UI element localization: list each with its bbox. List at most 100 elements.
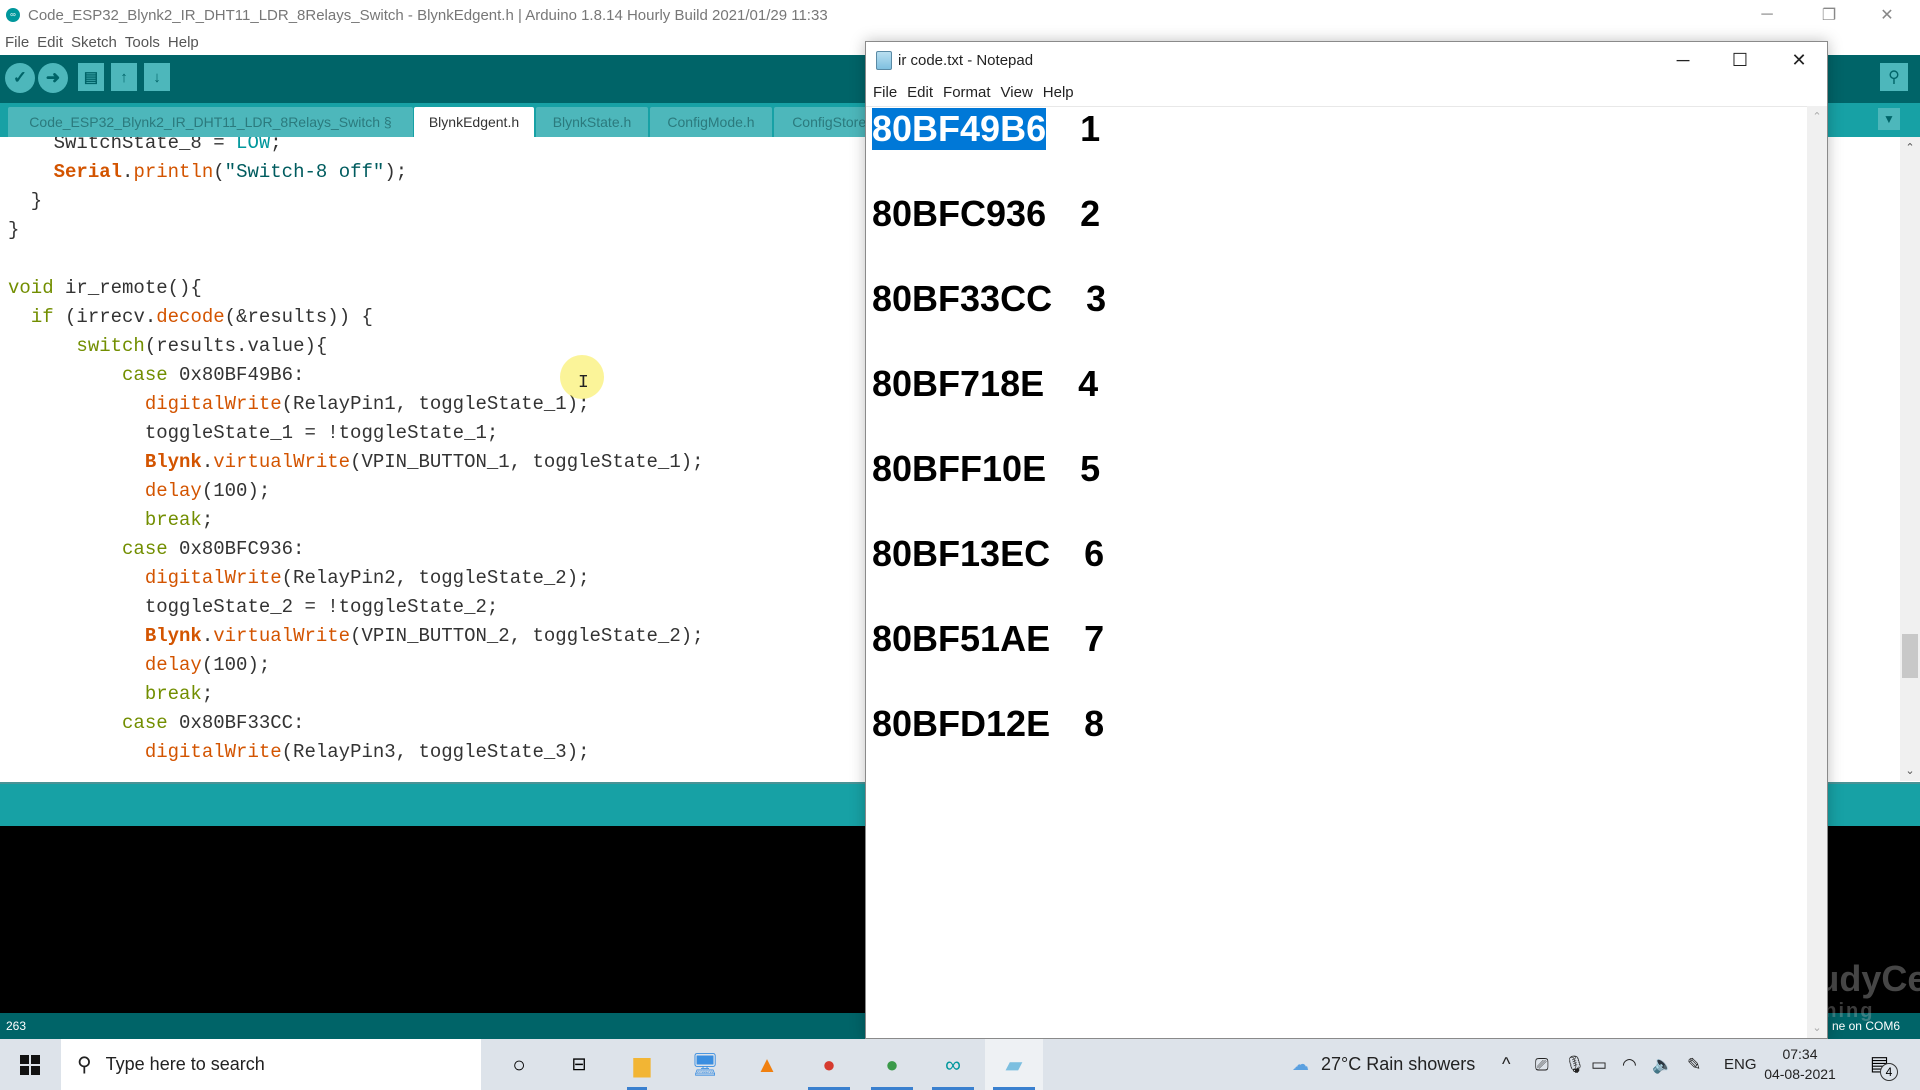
notepad-scrollbar[interactable]: ⌃ ⌄ bbox=[1807, 106, 1827, 1038]
tray-wifi[interactable]: ◠ bbox=[1622, 1039, 1637, 1090]
button-number: 5 bbox=[1080, 448, 1101, 489]
arduino-window-title: Code_ESP32_Blynk2_IR_DHT11_LDR_8Relays_S… bbox=[28, 6, 828, 24]
code-line: SwitchState_8 = LOW; bbox=[8, 137, 282, 154]
weather-cloud-icon: ☁ bbox=[1292, 1054, 1309, 1074]
tray-battery[interactable]: ▭ bbox=[1591, 1039, 1607, 1090]
save-button[interactable]: ↓ bbox=[144, 63, 170, 91]
editor-scrollbar[interactable]: ⌃ ⌄ bbox=[1900, 137, 1920, 781]
taskbar-app-this-pc[interactable]: 🖥 bbox=[676, 1039, 734, 1090]
tray-microphone[interactable]: 🎙 bbox=[1564, 1039, 1586, 1090]
clock-date: 04-08-2021 bbox=[1764, 1066, 1836, 1082]
tray-pen[interactable]: ✎ bbox=[1687, 1039, 1701, 1090]
ir-code: 80BF33CC bbox=[872, 278, 1053, 319]
code-line: Blynk.virtualWrite(VPIN_BUTTON_2, toggle… bbox=[144, 625, 704, 647]
tab-main-sketch[interactable]: Code_ESP32_Blynk2_IR_DHT11_LDR_8Relays_S… bbox=[8, 107, 413, 137]
ir-code-row: 80BFC936 2 bbox=[872, 193, 1100, 235]
notepad-menu-file[interactable]: File bbox=[873, 84, 897, 101]
notepad-menu-edit[interactable]: Edit bbox=[907, 84, 933, 101]
taskbar-app-file-explorer[interactable]: ▆ bbox=[613, 1039, 671, 1090]
scroll-down-icon[interactable]: ⌄ bbox=[1900, 764, 1920, 777]
taskbar-clock[interactable]: 07:34 04-08-2021 bbox=[1755, 1044, 1845, 1084]
notepad-menu-format[interactable]: Format bbox=[943, 84, 991, 101]
button-number: 2 bbox=[1080, 193, 1101, 234]
code-line: break; bbox=[144, 683, 214, 705]
arduino-menu-file[interactable]: File bbox=[5, 34, 29, 51]
verify-button[interactable]: ✓ bbox=[5, 63, 35, 93]
tray-meet-now[interactable]: ⎚ bbox=[1535, 1039, 1549, 1090]
line-number: 263 bbox=[6, 1019, 27, 1033]
new-sketch-button[interactable]: ▤ bbox=[78, 63, 104, 91]
taskbar-app-vlc[interactable]: ▲ bbox=[738, 1039, 796, 1090]
chrome-icon: ● bbox=[822, 1051, 836, 1077]
arduino-menu-sketch[interactable]: Sketch bbox=[71, 34, 117, 51]
tab-blynkedgent[interactable]: BlynkEdgent.h bbox=[414, 107, 534, 137]
tab-blynkstate[interactable]: BlynkState.h bbox=[536, 107, 648, 137]
taskbar-app-notepad[interactable]: ▰ bbox=[985, 1039, 1043, 1090]
code-line: delay(100); bbox=[144, 654, 271, 676]
start-button[interactable] bbox=[0, 1039, 60, 1090]
editor-scroll-thumb[interactable] bbox=[1902, 634, 1918, 678]
open-button[interactable]: ↑ bbox=[111, 63, 137, 91]
code-line: void ir_remote(){ bbox=[8, 277, 202, 299]
notepad-window-title: ir code.txt - Notepad bbox=[898, 51, 1034, 69]
upload-button[interactable]: ➜ bbox=[38, 63, 68, 93]
microphone-icon: 🎙 bbox=[1564, 1054, 1586, 1074]
notepad-menu-bar: File Edit Format View Help bbox=[866, 80, 1077, 104]
desktop: ∞ Code_ESP32_Blynk2_IR_DHT11_LDR_8Relays… bbox=[0, 0, 1920, 1090]
notepad-text-area[interactable]: 80BF49B6 1 80BFC936 2 80BF33CC 3 80BF718E 4 … bbox=[866, 106, 1808, 1038]
code-line: Blynk.virtualWrite(VPIN_BUTTON_1, toggle… bbox=[144, 451, 704, 473]
serial-monitor-button[interactable]: ⚲ bbox=[1880, 63, 1908, 91]
task-view-button[interactable]: ⊟ bbox=[550, 1039, 608, 1090]
arduino-minimize-button[interactable]: ─ bbox=[1744, 0, 1790, 30]
arduino-menu-tools[interactable]: Tools bbox=[125, 34, 160, 51]
vlc-icon: ▲ bbox=[756, 1051, 778, 1077]
scroll-up-icon[interactable]: ⌃ bbox=[1807, 110, 1827, 123]
tray-language[interactable]: ENG bbox=[1724, 1039, 1757, 1090]
windows-logo-icon bbox=[20, 1054, 40, 1075]
magnifier-icon: ⚲ bbox=[1888, 69, 1900, 86]
cortana-icon: ○ bbox=[512, 1051, 526, 1077]
scroll-up-icon[interactable]: ⌃ bbox=[1900, 141, 1920, 154]
notepad-close-button[interactable]: ✕ bbox=[1774, 42, 1824, 78]
notepad-icon: ▰ bbox=[1005, 1051, 1023, 1077]
ir-code: 80BF13EC bbox=[872, 533, 1051, 574]
chevron-up-icon: ^ bbox=[1502, 1054, 1511, 1074]
code-line: digitalWrite(RelayPin2, toggleState_2); bbox=[144, 567, 590, 589]
tray-volume[interactable]: 🔈 bbox=[1652, 1039, 1673, 1090]
check-icon: ✓ bbox=[12, 68, 28, 87]
notepad-menu-help[interactable]: Help bbox=[1043, 84, 1074, 101]
arduino-restore-button[interactable]: ❐ bbox=[1806, 0, 1852, 30]
tab-configmode[interactable]: ConfigMode.h bbox=[650, 107, 772, 137]
search-icon: ⚲ bbox=[77, 1054, 92, 1076]
taskbar-app-chrome-2[interactable]: ● bbox=[863, 1039, 921, 1090]
ir-code-row: 80BFF10E 5 bbox=[872, 448, 1100, 490]
arduino-close-button[interactable]: ✕ bbox=[1864, 0, 1910, 30]
button-number: 1 bbox=[1080, 108, 1101, 149]
tab-menu-button[interactable]: ▼ bbox=[1878, 108, 1900, 130]
arduino-menu-help[interactable]: Help bbox=[168, 34, 199, 51]
cortana-button[interactable]: ○ bbox=[490, 1039, 548, 1090]
scroll-down-icon[interactable]: ⌄ bbox=[1807, 1021, 1827, 1034]
document-icon: ▤ bbox=[83, 69, 99, 86]
taskbar-app-chrome-1[interactable]: ● bbox=[800, 1039, 858, 1090]
code-line: toggleState_2 = !toggleState_2; bbox=[8, 596, 499, 618]
code-line: } bbox=[8, 219, 20, 241]
arduino-menu-edit[interactable]: Edit bbox=[37, 34, 63, 51]
weather-widget[interactable]: ☁ 27°C Rain showers bbox=[1292, 1039, 1475, 1090]
chrome-icon: ● bbox=[885, 1051, 899, 1077]
taskbar: ⚲ Type here to search ○ ⊟ ▆ 🖥 ▲ ● ● ∞ ▰ … bbox=[0, 1039, 1920, 1090]
code-line: digitalWrite(RelayPin3, toggleState_3); bbox=[144, 741, 590, 763]
code-line: toggleState_1 = !toggleState_1; bbox=[8, 422, 499, 444]
notepad-menu-view[interactable]: View bbox=[1001, 84, 1033, 101]
text-cursor-icon: I bbox=[578, 373, 589, 393]
notepad-maximize-button[interactable]: ☐ bbox=[1715, 42, 1765, 78]
notepad-minimize-button[interactable]: ─ bbox=[1658, 42, 1708, 78]
taskbar-app-arduino[interactable]: ∞ bbox=[924, 1039, 982, 1090]
code-line: Serial.println("Switch-8 off"); bbox=[53, 161, 408, 183]
button-number: 8 bbox=[1084, 703, 1105, 744]
show-hidden-icons-button[interactable]: ^ bbox=[1502, 1039, 1510, 1090]
arduino-logo-icon: ∞ bbox=[6, 8, 20, 22]
ir-code: 80BFC936 bbox=[872, 193, 1047, 234]
taskbar-search-box[interactable]: ⚲ Type here to search bbox=[61, 1039, 481, 1090]
arrow-down-icon: ↓ bbox=[153, 68, 161, 86]
